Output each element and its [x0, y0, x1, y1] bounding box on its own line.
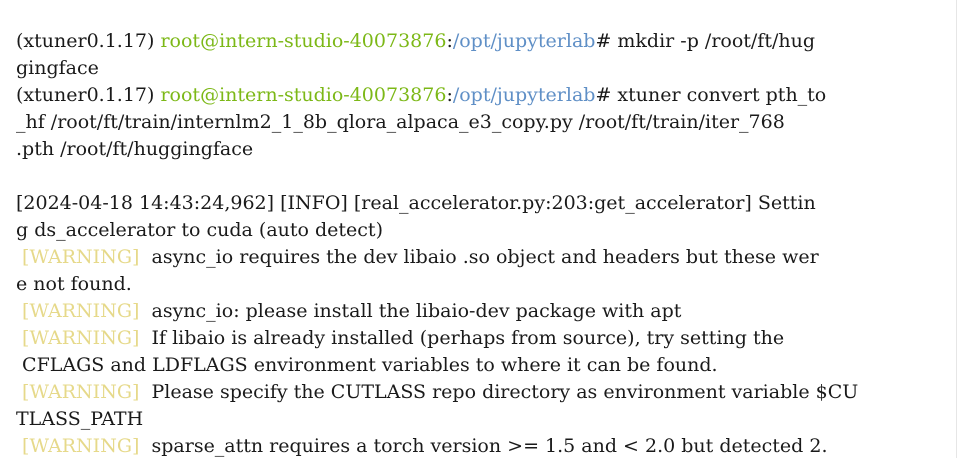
- terminal-line-info: g ds_accelerator to cuda (auto detect): [16, 219, 383, 241]
- prompt-user-host: root@intern-studio-40073876: [160, 30, 447, 52]
- warning-tag: [WARNING]: [16, 300, 146, 322]
- vertical-scrollbar[interactable]: [956, 0, 970, 458]
- warning-tag: [WARNING]: [16, 327, 146, 349]
- command-text: xtuner convert pth_to: [611, 84, 827, 106]
- terminal-line-command: (xtuner0.1.17) root@intern-studio-400738…: [16, 28, 815, 55]
- warning-tag: [WARNING]: [16, 246, 146, 268]
- terminal-line-warning: [WARNING] async_io requires the dev liba…: [16, 244, 819, 271]
- warning-tag: [WARNING]: [16, 435, 146, 457]
- terminal-line-wrap: _hf /root/ft/train/internlm2_1_8b_qlora_…: [16, 111, 785, 133]
- prompt-hash: #: [595, 84, 612, 106]
- terminal-line-info: [2024-04-18 14:43:24,962] [INFO] [real_a…: [16, 192, 816, 214]
- prompt-user-host: root@intern-studio-40073876: [160, 84, 447, 106]
- prompt-hash: #: [595, 30, 612, 52]
- terminal-line-wrap: TLASS_PATH: [16, 408, 144, 430]
- env-label: (xtuner0.1.17): [16, 84, 155, 106]
- terminal-line-warning: [WARNING] async_io: please install the l…: [16, 298, 681, 325]
- prompt-path: /opt/jupyterlab: [452, 84, 596, 106]
- prompt-path: /opt/jupyterlab: [452, 30, 596, 52]
- terminal-line-warning: [WARNING] If libaio is already installed…: [16, 325, 784, 352]
- command-text: mkdir -p /root/ft/hug: [611, 30, 816, 52]
- env-label: (xtuner0.1.17): [16, 30, 155, 52]
- warning-text: async_io: please install the libaio-dev …: [145, 300, 682, 322]
- warning-tag: [WARNING]: [16, 381, 146, 403]
- terminal-line-wrap: e not found.: [16, 273, 132, 295]
- warning-text: sparse_attn requires a torch version >= …: [145, 435, 828, 457]
- warning-text: Please specify the CUTLASS repo director…: [145, 381, 859, 403]
- terminal-line-wrap: gingface: [16, 57, 99, 79]
- warning-text: async_io requires the dev libaio .so obj…: [145, 246, 819, 268]
- terminal-line-warning: [WARNING] sparse_attn requires a torch v…: [16, 433, 827, 458]
- terminal-line-wrap: .pth /root/ft/huggingface: [16, 138, 254, 160]
- terminal-line-wrap: CFLAGS and LDFLAGS environment variables…: [16, 354, 718, 376]
- terminal-line-command: (xtuner0.1.17) root@intern-studio-400738…: [16, 82, 826, 109]
- terminal-line-warning: [WARNING] Please specify the CUTLASS rep…: [16, 379, 858, 406]
- warning-text: If libaio is already installed (perhaps …: [145, 327, 785, 349]
- terminal-window[interactable]: (xtuner0.1.17) root@intern-studio-400738…: [0, 0, 970, 458]
